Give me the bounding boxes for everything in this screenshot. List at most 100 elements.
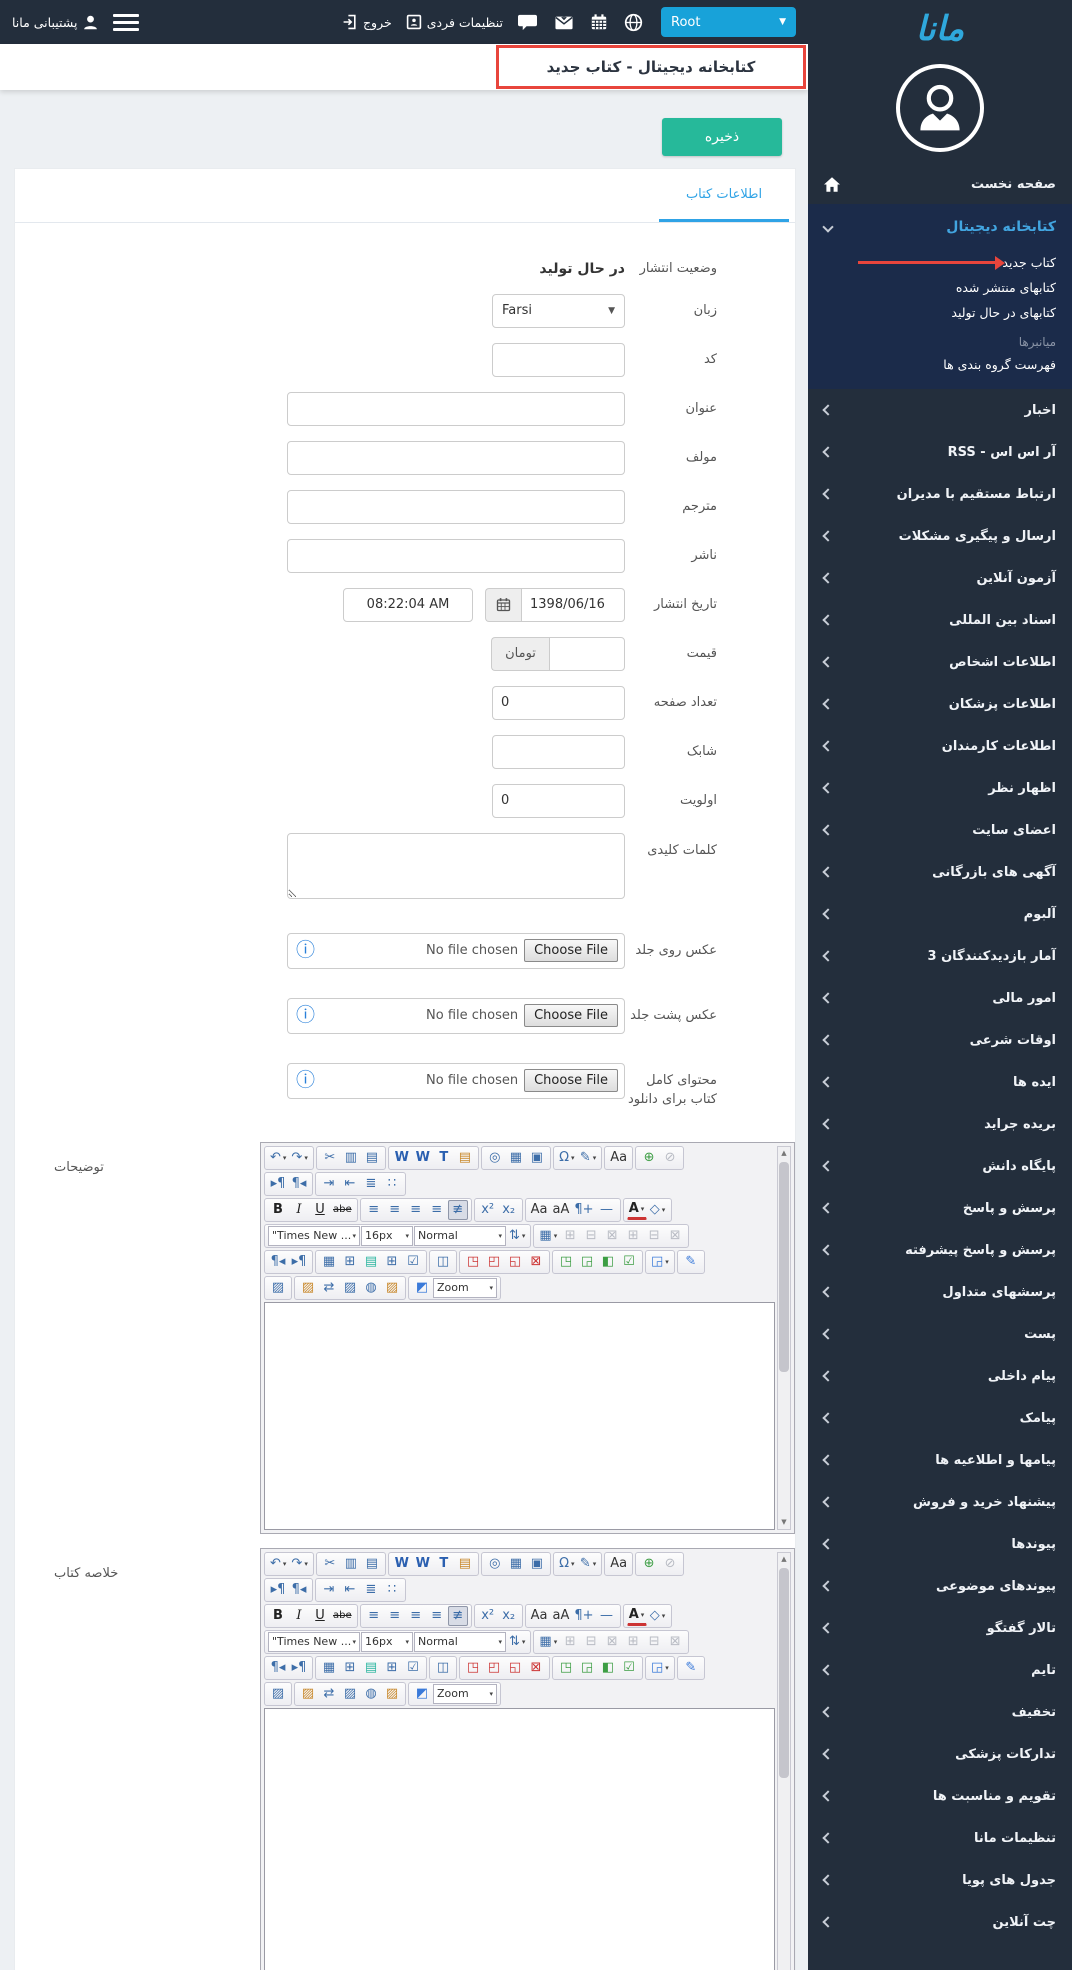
sidebar-item[interactable]: پرسش و پاسخ پیشرفته [808,1229,1072,1271]
undo-icon[interactable]: ↶ ▾ [268,1554,288,1574]
underline-icon[interactable]: U [310,1606,330,1626]
table-grid-icon[interactable]: ⊞ [340,1252,360,1272]
root-select[interactable]: Root ▼ [661,7,796,37]
paragraph-ltr-icon[interactable]: ▸¶ [268,1580,288,1600]
sidebar-item[interactable]: ایده ها [808,1061,1072,1103]
font-size-select[interactable]: 16px ▾ [361,1631,413,1652]
insert-cell-red-icon[interactable]: ◳ [463,1658,483,1678]
unlink-icon[interactable]: ⊘ [660,1554,680,1574]
copy-icon[interactable]: ▥ [341,1554,361,1574]
sidebar-item[interactable]: تدارکات پزشکی [808,1733,1072,1775]
underline-icon[interactable]: U [310,1200,330,1220]
uppercase-icon[interactable]: Aa [529,1200,550,1220]
scroll-thumb[interactable] [779,1161,789,1372]
image-map-icon[interactable]: ◍ [361,1684,381,1704]
sidebar-subitem-shortcut[interactable]: فهرست گروه بندی ها [808,352,1072,377]
table-select-icon[interactable]: ☑ [403,1252,423,1272]
edit-html-icon[interactable]: ✎ [681,1658,701,1678]
strikethrough-icon[interactable]: abe [331,1606,354,1626]
calendar-icon[interactable] [590,13,608,31]
print-icon[interactable]: ▣ [527,1148,547,1168]
hamburger-menu-icon[interactable] [113,10,140,35]
editor-scrollbar[interactable]: ▲▼ [777,1551,791,1970]
paste-icon[interactable]: ▤ [362,1554,382,1574]
merge-cell-red-icon[interactable]: ⊠ [526,1252,546,1272]
outdent-icon[interactable]: ⇤ [340,1174,360,1194]
ordered-list-icon[interactable]: ≣ [361,1580,381,1600]
font-color-icon[interactable]: A ▾ [626,1200,647,1220]
scroll-up-icon[interactable]: ▲ [781,1553,786,1566]
align-left-icon[interactable]: ≡ [364,1200,384,1220]
sidebar-item[interactable]: تالار گفتگو [808,1607,1072,1649]
sidebar-item[interactable]: اطلاعات پزشکان [808,683,1072,725]
table-cells-icon[interactable]: ⊞ [382,1658,402,1678]
globe-icon[interactable] [624,13,643,32]
table-cells-icon[interactable]: ⊞ [382,1252,402,1272]
price-input[interactable] [549,636,625,671]
insert-cell-red-icon[interactable]: ◳ [463,1252,483,1272]
sidebar-item[interactable]: امور مالی [808,977,1072,1019]
table-grid-icon[interactable]: ⊞ [340,1658,360,1678]
language-select[interactable]: Farsi ▼ [492,293,625,328]
cell-properties-icon[interactable]: ⊟ [581,1226,601,1246]
delete-table-icon[interactable]: ⊠ [602,1632,622,1652]
cut-icon[interactable]: ✂ [320,1554,340,1574]
paste-special-icon[interactable]: ▤ [455,1554,475,1574]
title-input[interactable] [287,391,625,426]
sidebar-item[interactable]: اطلاعات کارمندان [808,725,1072,767]
page-border-icon[interactable]: ◫ [433,1658,453,1678]
insert-image-icon[interactable]: ▨ [268,1278,288,1298]
justify-icon[interactable]: ≡ [427,1606,447,1626]
paste-word-clean-icon[interactable]: W [413,1554,433,1574]
publish-time-input[interactable] [343,587,473,622]
summary-editor-canvas[interactable] [264,1707,775,1970]
spellcheck-icon[interactable]: Aa [608,1148,629,1168]
sidebar-item[interactable]: تخفیف [808,1691,1072,1733]
align-right-icon[interactable]: ≡ [406,1200,426,1220]
line-spacing-icon[interactable]: ⇅ ▾ [507,1226,527,1246]
paragraph-insert-icon[interactable]: ¶+ [572,1200,595,1220]
horizontal-rule-icon[interactable]: — [597,1606,617,1626]
insert-column-icon[interactable]: ⊞ [623,1226,643,1246]
italic-icon[interactable]: I [289,1200,309,1220]
personal-settings-link[interactable]: تنظیمات فردی [406,14,503,30]
italic-icon[interactable]: I [289,1606,309,1626]
cell-check-icon[interactable]: ☑ [619,1658,639,1678]
author-input[interactable] [287,440,625,475]
sidebar-item[interactable]: آگهی های بازرگانی [808,851,1072,893]
delete-cell-red-icon[interactable]: ◰ [484,1252,504,1272]
split-cell-red-icon[interactable]: ◱ [505,1252,525,1272]
table-full-icon[interactable]: ▦ [319,1252,339,1272]
insert-table-icon[interactable]: ▦ ▾ [537,1226,559,1246]
special-char-icon[interactable]: Ω ▾ [557,1148,577,1168]
strikethrough-icon[interactable]: abe [331,1200,354,1220]
font-family-select[interactable]: "Times New ... ▾ [268,1225,360,1246]
keywords-textarea[interactable] [287,832,625,899]
sidebar-item[interactable]: آر اس اس - RSS [808,431,1072,473]
paste-plain-text-icon[interactable]: T [434,1554,454,1574]
cut-icon[interactable]: ✂ [320,1148,340,1168]
font-size-select[interactable]: 16px ▾ [361,1225,413,1246]
horizontal-rule-icon[interactable]: — [597,1200,617,1220]
image-properties-icon[interactable]: ▨ [298,1684,318,1704]
delete-row-icon[interactable]: ⊟ [644,1226,664,1246]
merge-cells-green-icon[interactable]: ◧ [598,1658,618,1678]
subscript-icon[interactable]: x₂ [499,1200,519,1220]
delete-cell-green-icon[interactable]: ◲ [577,1252,597,1272]
paragraph-start-icon[interactable]: ¶◂ [268,1252,288,1272]
sidebar-item-digital-library[interactable]: کتابخانه دیجیتال [808,204,1072,250]
image-position-icon[interactable]: ⇄ [319,1684,339,1704]
ordered-list-icon[interactable]: ≣ [361,1174,381,1194]
image-position-icon[interactable]: ⇄ [319,1278,339,1298]
insert-cell-green-icon[interactable]: ◳ [556,1658,576,1678]
format-painter-icon[interactable]: ✎ ▾ [578,1554,598,1574]
spellcheck-icon[interactable]: Aa [608,1554,629,1574]
paragraph-end-icon[interactable]: ▸¶ [289,1658,309,1678]
font-family-select[interactable]: "Times New ... ▾ [268,1631,360,1652]
sidebar-item[interactable]: آزمون آنلاین [808,557,1072,599]
publisher-input[interactable] [287,538,625,573]
sidebar-item[interactable]: پیشنهاد خرید و فروش [808,1481,1072,1523]
sidebar-item[interactable]: اوقات شرعی [808,1019,1072,1061]
link-icon[interactable]: ⊕ [639,1554,659,1574]
paragraph-end-icon[interactable]: ▸¶ [289,1252,309,1272]
